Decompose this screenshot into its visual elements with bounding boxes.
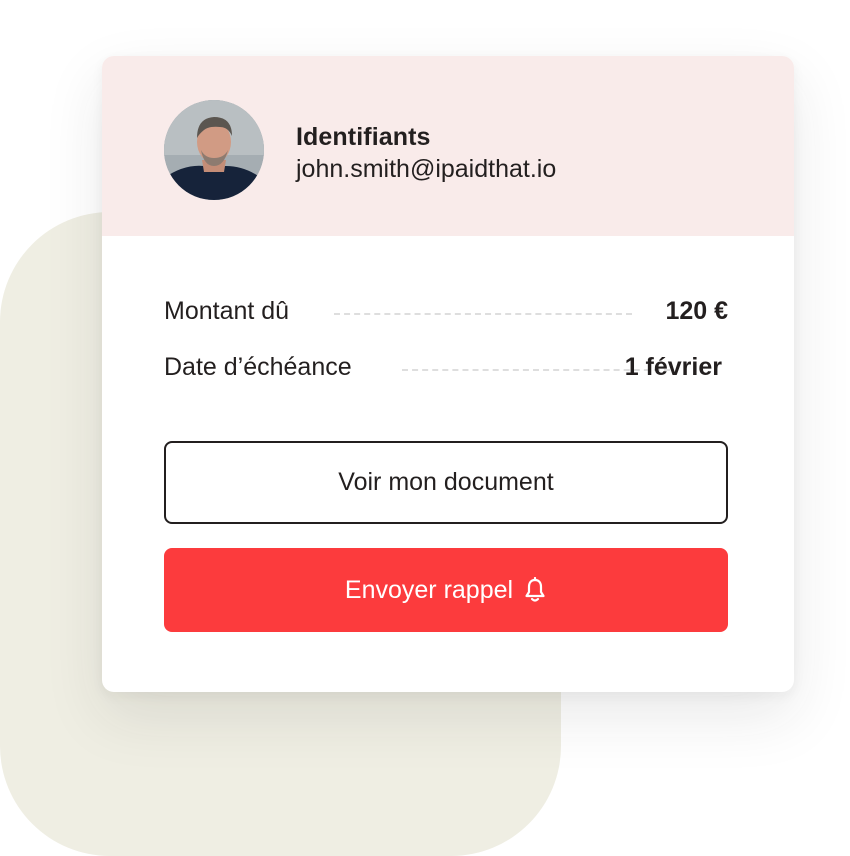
due-date-value: 1 février [624,353,722,381]
view-document-label: Voir mon document [338,468,554,496]
identity-title: Identifiants [296,123,431,151]
due-date-row: Date d’échéance 1 février [164,350,728,384]
view-document-button[interactable]: Voir mon document [164,441,728,524]
identity-email: john.smith@ipaidthat.io [296,155,557,183]
due-date-label: Date d’échéance [164,353,352,381]
stage: Identifiants john.smith@ipaidthat.io Mon… [0,0,850,856]
bell-icon [523,577,547,603]
identity-block: Identifiants john.smith@ipaidthat.io [296,122,556,184]
amount-value: 120 € [665,297,728,325]
amount-label: Montant dû [164,297,290,325]
amount-leader-line [334,313,632,315]
payment-card: Identifiants john.smith@ipaidthat.io Mon… [102,56,794,692]
send-reminder-label: Envoyer rappel [344,575,514,604]
avatar [164,100,264,200]
avatar-photo [164,100,264,200]
card-header: Identifiants john.smith@ipaidthat.io [102,56,794,236]
send-reminder-button[interactable]: Envoyer rappel [164,548,728,632]
amount-row: Montant dû 120 € [164,294,728,328]
